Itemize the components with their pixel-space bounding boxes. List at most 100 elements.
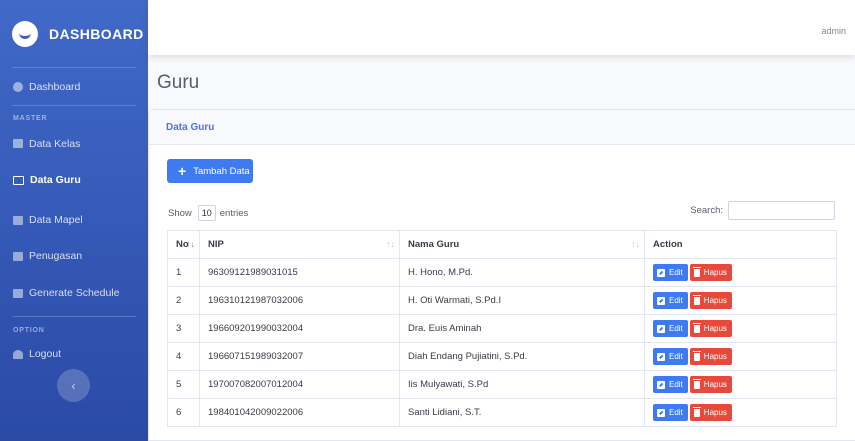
cell-nip: 96309121989031015 bbox=[199, 258, 400, 287]
sort-icon: ↑↓ bbox=[631, 239, 640, 249]
cell-nama: H. Oti Warmati, S.Pd.I bbox=[399, 286, 645, 315]
list-icon bbox=[13, 139, 23, 148]
smile-logo-icon bbox=[12, 20, 38, 47]
edit-icon bbox=[657, 296, 665, 305]
sidebar-item-data-mapel[interactable]: Data Mapel bbox=[0, 202, 148, 238]
sidebar-divider bbox=[12, 105, 136, 106]
sort-icon: ↑↓ bbox=[386, 239, 395, 249]
cell-no: 5 bbox=[167, 370, 200, 399]
table-row: 2 196310121987032006 H. Oti Warmati, S.P… bbox=[167, 286, 837, 315]
sidebar-item-data-kelas[interactable]: Data Kelas bbox=[0, 129, 148, 158]
delete-label: Hapus bbox=[703, 296, 727, 305]
sidebar-item-penugasan[interactable]: Penugasan bbox=[0, 238, 148, 274]
cell-no: 4 bbox=[167, 342, 200, 371]
cell-action: Edit Hapus bbox=[644, 342, 837, 371]
sidebar-item-dashboard[interactable]: Dashboard bbox=[0, 68, 148, 105]
edit-icon bbox=[657, 324, 665, 333]
user-menu[interactable]: admin bbox=[821, 26, 846, 36]
show-label: Show bbox=[168, 207, 192, 219]
table-row: 6 198401042009022006 Santi Lidiani, S.T.… bbox=[167, 398, 837, 427]
edit-button[interactable]: Edit bbox=[653, 292, 688, 309]
cell-no: 1 bbox=[167, 258, 200, 287]
sidebar-item-generate-schedule[interactable]: Generate Schedule bbox=[0, 274, 148, 312]
edit-button[interactable]: Edit bbox=[653, 264, 688, 281]
edit-label: Edit bbox=[669, 380, 683, 389]
table-icon bbox=[13, 215, 23, 225]
delete-button[interactable]: Hapus bbox=[689, 348, 732, 365]
trash-icon bbox=[692, 322, 701, 333]
column-header-label: Nama Guru bbox=[408, 239, 460, 250]
cell-nip: 196609201990032004 bbox=[199, 314, 400, 343]
sidebar-item-label: Data Mapel bbox=[29, 214, 83, 226]
cell-action: Edit Hapus bbox=[644, 314, 837, 343]
data-guru-card: Data Guru + Tambah Data Show 10 entries … bbox=[148, 109, 855, 441]
delete-label: Hapus bbox=[703, 352, 727, 361]
trash-icon bbox=[692, 266, 701, 277]
delete-button[interactable]: Hapus bbox=[689, 404, 732, 421]
cell-nip: 196310121987032006 bbox=[199, 286, 400, 315]
sidebar-heading-master: MASTER bbox=[13, 115, 48, 122]
cell-no: 6 bbox=[167, 398, 200, 427]
sidebar-item-logout[interactable]: Logout bbox=[0, 341, 148, 367]
table-row: 5 197007082007012004 Iis Mulyawati, S.Pd… bbox=[167, 370, 837, 399]
chevron-left-icon: ‹ bbox=[71, 378, 76, 393]
brand[interactable]: DASHBOARD bbox=[0, 0, 148, 67]
sidebar-item-data-guru[interactable]: Data Guru bbox=[0, 158, 148, 202]
table-icon bbox=[13, 251, 23, 261]
page-title: Guru bbox=[157, 72, 200, 93]
cell-nama: Iis Mulyawati, S.Pd bbox=[399, 370, 645, 399]
delete-button[interactable]: Hapus bbox=[689, 376, 732, 393]
trash-icon bbox=[692, 350, 701, 361]
column-header-nama-guru[interactable]: Nama Guru ↑↓ bbox=[399, 230, 645, 259]
delete-label: Hapus bbox=[703, 380, 727, 389]
table-row: 4 196607151989032007 Diah Endang Pujiati… bbox=[167, 342, 837, 371]
table-icon bbox=[13, 288, 23, 298]
cell-action: Edit Hapus bbox=[644, 286, 837, 315]
sidebar-item-label: Logout bbox=[29, 348, 62, 360]
cell-nama: Diah Endang Pujiatini, S.Pd. bbox=[399, 342, 645, 371]
cell-nip: 197007082007012004 bbox=[199, 370, 400, 399]
delete-button[interactable]: Hapus bbox=[689, 320, 732, 337]
sidebar-toggle-button[interactable]: ‹ bbox=[57, 369, 90, 402]
sidebar-divider bbox=[12, 316, 136, 317]
edit-label: Edit bbox=[669, 296, 683, 305]
delete-button[interactable]: Hapus bbox=[689, 292, 732, 309]
column-header-label: NIP bbox=[208, 239, 224, 250]
add-data-button[interactable]: + Tambah Data bbox=[167, 159, 253, 183]
delete-button[interactable]: Hapus bbox=[689, 264, 732, 281]
column-header-action: Action bbox=[644, 230, 837, 259]
tachometer-icon bbox=[13, 81, 23, 92]
sidebar-heading-option: OPTION bbox=[13, 327, 45, 334]
trash-icon bbox=[692, 406, 701, 417]
column-header-nip[interactable]: NIP ↑↓ bbox=[199, 230, 400, 259]
table-row: 1 96309121989031015 H. Hono, M.Pd. Edit H… bbox=[167, 258, 837, 287]
sort-icon: ↑↓ bbox=[186, 239, 195, 249]
user-icon bbox=[13, 349, 23, 359]
sidebar-item-label: Generate Schedule bbox=[29, 287, 120, 299]
edit-icon bbox=[657, 268, 665, 277]
brand-title: DASHBOARD bbox=[49, 25, 144, 42]
column-header-no[interactable]: No ↑↓ bbox=[167, 230, 200, 259]
chalkboard-teacher-icon bbox=[13, 175, 24, 185]
edit-button[interactable]: Edit bbox=[653, 320, 688, 337]
edit-label: Edit bbox=[669, 408, 683, 417]
cell-nama: Dra. Euis Aminah bbox=[399, 314, 645, 343]
delete-label: Hapus bbox=[703, 268, 727, 277]
trash-icon bbox=[692, 294, 701, 305]
edit-button[interactable]: Edit bbox=[653, 348, 688, 365]
edit-label: Edit bbox=[669, 324, 683, 333]
search-input[interactable] bbox=[728, 201, 835, 220]
guru-table: No ↑↓ NIP ↑↓ Nama Guru ↑↓ Action 1 96309… bbox=[167, 230, 837, 427]
delete-label: Hapus bbox=[703, 408, 727, 417]
edit-button[interactable]: Edit bbox=[653, 404, 688, 421]
sidebar-item-label: Data Kelas bbox=[29, 137, 81, 150]
search-control: Search: bbox=[690, 201, 835, 220]
cell-action: Edit Hapus bbox=[644, 370, 837, 399]
cell-nama: H. Hono, M.Pd. bbox=[399, 258, 645, 287]
entries-select[interactable]: 10 bbox=[197, 205, 216, 221]
edit-label: Edit bbox=[669, 268, 683, 277]
card-title: Data Guru bbox=[166, 121, 215, 133]
edit-button[interactable]: Edit bbox=[653, 376, 688, 393]
sidebar-item-label: Penugasan bbox=[29, 250, 83, 262]
cell-no: 3 bbox=[167, 314, 200, 343]
